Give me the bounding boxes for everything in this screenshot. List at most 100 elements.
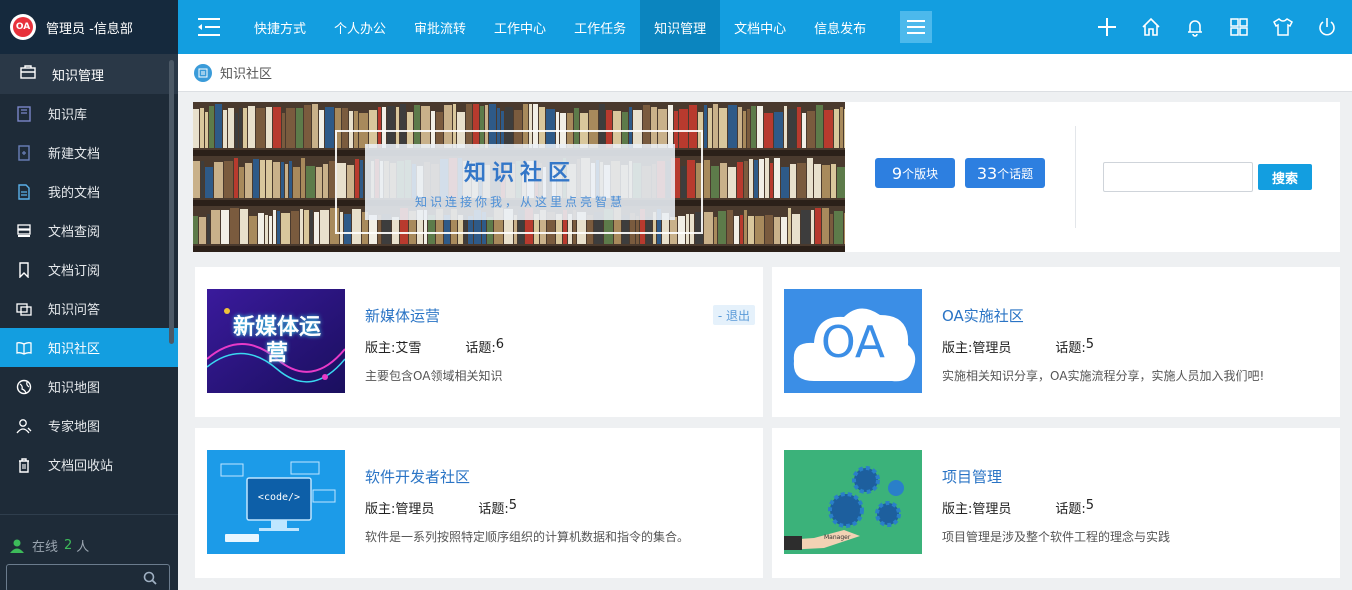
sections-unit: 个版块: [902, 166, 939, 181]
user-icon: [10, 539, 24, 553]
banner-subtitle: 知识连接你我，从这里点亮智慧: [414, 194, 625, 209]
hamburger-icon: [907, 20, 926, 34]
sidebar-search-input[interactable]: [13, 569, 133, 587]
community-title[interactable]: 新媒体运营: [365, 305, 440, 326]
sidebar-item-2[interactable]: 新建文档: [0, 133, 178, 172]
skin-button[interactable]: [1272, 16, 1294, 38]
sidebar-item-3[interactable]: 我的文档: [0, 172, 178, 211]
community-title[interactable]: 软件开发者社区: [365, 466, 470, 487]
globe-icon: [16, 379, 32, 395]
sidebar-header-label: 知识管理: [52, 68, 105, 84]
topics-label: 话题:: [1055, 341, 1086, 356]
topics-label: 话题:: [478, 502, 509, 517]
sidebar-item-label: 新建文档: [48, 147, 101, 162]
sidebar-item-4[interactable]: 文档查阅: [0, 211, 178, 250]
banner-title: 知识社区: [463, 160, 576, 186]
moderator-name: 管理员: [395, 502, 435, 517]
nav-more-button[interactable]: [900, 11, 933, 43]
sidebar-item-label: 知识问答: [48, 303, 101, 318]
community-thumbnail[interactable]: <code/>: [207, 450, 345, 554]
nav-item-5[interactable]: 工作任务: [560, 0, 640, 54]
breadcrumb-text: 知识社区: [220, 67, 273, 82]
topics-label: 话题:: [1055, 502, 1086, 517]
community-card: 新媒体运营 新媒体运营 - 退出 版主: 艾雪 话题: 6 主要包含OA领域相关…: [195, 267, 763, 417]
indent-menu-icon: [198, 18, 220, 36]
sidebar-item-10[interactable]: 文档回收站: [0, 445, 178, 484]
open-book-icon: [16, 340, 32, 356]
topics-count: 33: [976, 163, 998, 183]
nav-item-2[interactable]: 个人办公: [320, 0, 400, 54]
community-description: 实施相关知识分享，OA实施流程分享，实施人员加入我们吧!: [942, 369, 1265, 383]
shirt-icon: [1273, 18, 1293, 36]
sidebar-item-1[interactable]: 知识库: [0, 94, 178, 133]
community-meta: 版主: 管理员 话题: 5: [365, 498, 517, 517]
sidebar: 知识管理 知识库新建文档我的文档文档查阅文档订阅知识问答知识社区知识地图专家地图…: [0, 54, 178, 590]
topics-count: 5: [1085, 498, 1095, 513]
nav-item-6[interactable]: 知识管理: [640, 0, 721, 54]
sidebar-item-label: 我的文档: [48, 186, 101, 201]
moderator-label: 版主:: [365, 502, 396, 517]
sidebar-item-label: 知识社区: [48, 342, 101, 357]
thumbnail-caption: Manager: [824, 534, 851, 541]
sidebar-item-5[interactable]: 文档订阅: [0, 250, 178, 289]
apps-button[interactable]: [1228, 16, 1250, 38]
notifications-button[interactable]: [1184, 16, 1206, 38]
top-actions: [1096, 0, 1338, 54]
home-icon: [1142, 17, 1160, 36]
breadcrumb: 知识社区: [178, 54, 1352, 92]
sidebar-item-label: 知识地图: [48, 381, 101, 396]
sidebar-item-label: 文档查阅: [48, 225, 101, 240]
community-banner-row: 知识社区 知识连接你我，从这里点亮智慧 9 个版块 33 个话题 搜索: [193, 102, 1340, 252]
sidebar-item-8[interactable]: 知识地图: [0, 367, 178, 406]
nav-item-4[interactable]: 工作中心: [480, 0, 560, 54]
community-description: 主要包含OA领域相关知识: [365, 369, 503, 383]
topics-unit: 个话题: [997, 166, 1034, 181]
sidebar-item-label: 专家地图: [48, 420, 101, 435]
search-icon[interactable]: [143, 571, 157, 585]
plus-icon: [1098, 18, 1116, 36]
moderator-label: 版主:: [942, 502, 973, 517]
community-title[interactable]: 项目管理: [942, 466, 1002, 487]
nav-item-8[interactable]: 信息发布: [800, 0, 880, 54]
document-icon: [16, 183, 32, 200]
topics-count: 5: [508, 498, 518, 513]
sections-count-button[interactable]: 9 个版块: [875, 158, 955, 188]
top-header: OA 管理员 -信息部 快捷方式 个人办公 审批流转 工作中心 工作任务 知识管理 文档中心…: [0, 0, 1352, 54]
community-meta: 版主: 艾雪 话题: 6: [365, 337, 504, 356]
home-button[interactable]: [1140, 16, 1162, 38]
menu-toggle-button[interactable]: [178, 0, 240, 54]
online-unit: 人: [76, 540, 90, 555]
community-title[interactable]: OA实施社区: [942, 305, 1024, 326]
community-thumbnail[interactable]: Manager: [784, 450, 922, 554]
power-icon: [1319, 18, 1335, 36]
sections-count: 9: [891, 163, 903, 183]
new-doc-icon: [16, 144, 32, 161]
quit-community-button[interactable]: - 退出: [712, 305, 755, 325]
logout-button[interactable]: [1316, 16, 1338, 38]
nav-item-1[interactable]: 快捷方式: [240, 0, 320, 54]
list-doc-icon: [194, 63, 212, 82]
moderator-label: 版主:: [942, 341, 973, 356]
online-status: 在线 2 人: [10, 536, 89, 555]
sidebar-item-6[interactable]: 知识问答: [0, 289, 178, 328]
nav-item-3[interactable]: 审批流转: [400, 0, 480, 54]
moderator-label: 版主:: [365, 341, 396, 356]
banner-image: 知识社区 知识连接你我，从这里点亮智慧: [193, 102, 845, 252]
topics-count: 5: [1085, 337, 1095, 352]
grid-icon: [1230, 18, 1248, 36]
thumbnail-caption: 新媒体运营: [232, 315, 321, 366]
community-thumbnail[interactable]: 新媒体运营: [207, 289, 345, 393]
community-search-input[interactable]: [1103, 162, 1253, 192]
topics-count-button[interactable]: 33 个话题: [965, 158, 1045, 188]
current-user-label: 管理员 -信息部: [46, 21, 133, 37]
project-gears-illustration: [784, 450, 922, 554]
topics-count: 6: [495, 337, 505, 352]
sidebar-item-7[interactable]: 知识社区: [0, 328, 178, 367]
community-thumbnail[interactable]: OA: [784, 289, 922, 393]
add-button[interactable]: [1096, 16, 1118, 38]
community-search-button[interactable]: 搜索: [1258, 164, 1312, 190]
sidebar-item-9[interactable]: 专家地图: [0, 406, 178, 445]
nav-item-7[interactable]: 文档中心: [720, 0, 800, 54]
sidebar-scrollbar[interactable]: [169, 60, 174, 344]
sidebar-search: [6, 564, 170, 590]
